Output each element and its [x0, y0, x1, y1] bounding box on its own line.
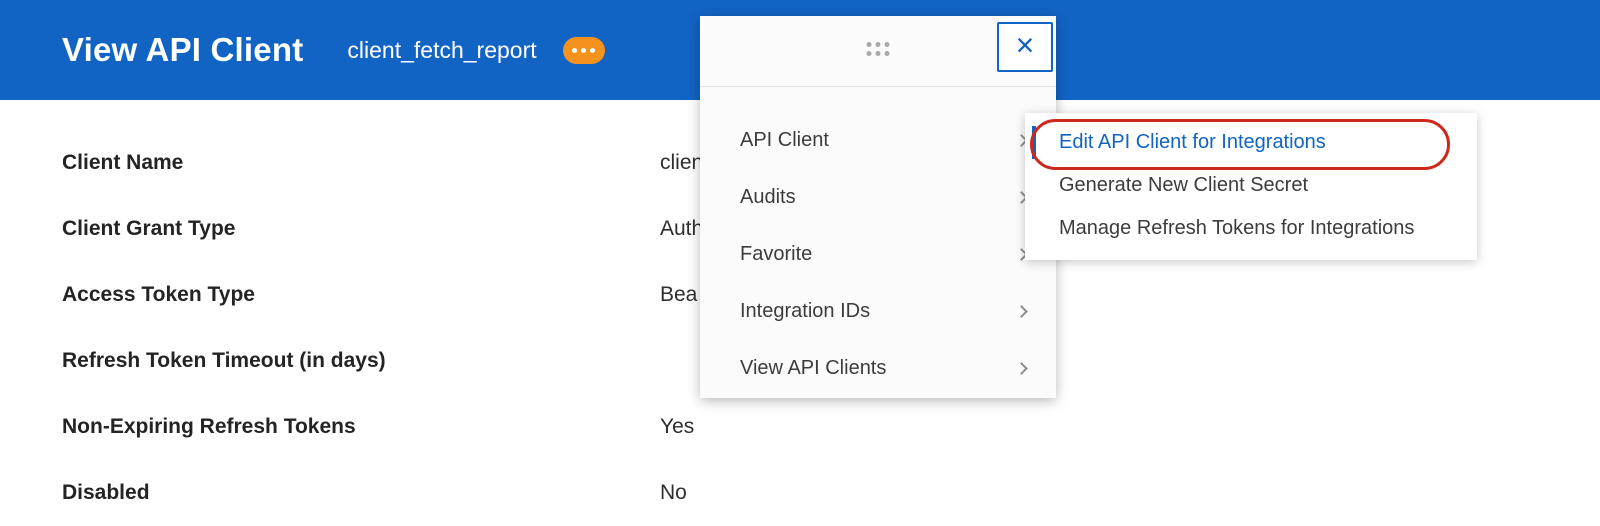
submenu-item-label: Generate New Client Secret [1059, 174, 1309, 196]
menu-item-label: Audits [740, 186, 796, 208]
menu-item-label: View API Clients [740, 357, 887, 379]
field-label: Client Name [62, 151, 184, 174]
menu-item-label: Integration IDs [740, 300, 871, 322]
menu-item-audits[interactable]: Audits [700, 169, 1056, 226]
page-title: View API Client [62, 31, 304, 68]
chevron-right-icon [1015, 362, 1028, 375]
menu-item-integration-ids[interactable]: Integration IDs [700, 283, 1056, 340]
submenu-item-label: Manage Refresh Tokens for Integrations [1059, 217, 1415, 239]
close-icon: × [1015, 27, 1035, 63]
menu-item-favorite[interactable]: Favorite [700, 226, 1056, 283]
related-actions-button[interactable] [562, 36, 605, 64]
drag-handle-icon[interactable] [866, 42, 890, 56]
field-label: Disabled [62, 481, 150, 504]
submenu-item-edit-api-client-for-integrations[interactable]: Edit API Client for Integrations [1025, 121, 1477, 164]
submenu-item-manage-refresh-tokens[interactable]: Manage Refresh Tokens for Integrations [1025, 207, 1477, 250]
ellipsis-icon [572, 47, 578, 53]
submenu-item-label: Edit API Client for Integrations [1059, 131, 1326, 153]
popup-divider [700, 86, 1056, 87]
field-value: Auth [660, 217, 704, 240]
field-value: Yes [660, 415, 695, 438]
menu-item-api-client[interactable]: API Client [700, 112, 1056, 169]
detail-row: Disabled No [62, 460, 1600, 526]
menu-item-label: Favorite [740, 243, 813, 265]
menu-item-label: API Client [740, 129, 829, 151]
close-button[interactable]: × [997, 22, 1053, 72]
menu-item-view-api-clients[interactable]: View API Clients [700, 340, 1056, 397]
related-actions-menu: × API Client Audits Favorite Integration… [700, 16, 1056, 398]
actions-menu-list: API Client Audits Favorite Integration I… [700, 112, 1056, 397]
detail-row: Non-Expiring Refresh Tokens Yes [62, 394, 1600, 460]
field-label: Refresh Token Timeout (in days) [62, 349, 386, 372]
selection-indicator [1032, 126, 1036, 159]
object-name: client_fetch_report [347, 36, 537, 63]
api-client-submenu: Edit API Client for Integrations Generat… [1025, 113, 1477, 260]
field-label: Access Token Type [62, 283, 255, 306]
field-value: Bea [660, 283, 698, 306]
chevron-right-icon [1015, 305, 1028, 318]
field-label: Non-Expiring Refresh Tokens [62, 415, 356, 438]
submenu-item-generate-new-client-secret[interactable]: Generate New Client Secret [1025, 164, 1477, 207]
field-value: No [660, 481, 687, 504]
field-label: Client Grant Type [62, 217, 236, 240]
